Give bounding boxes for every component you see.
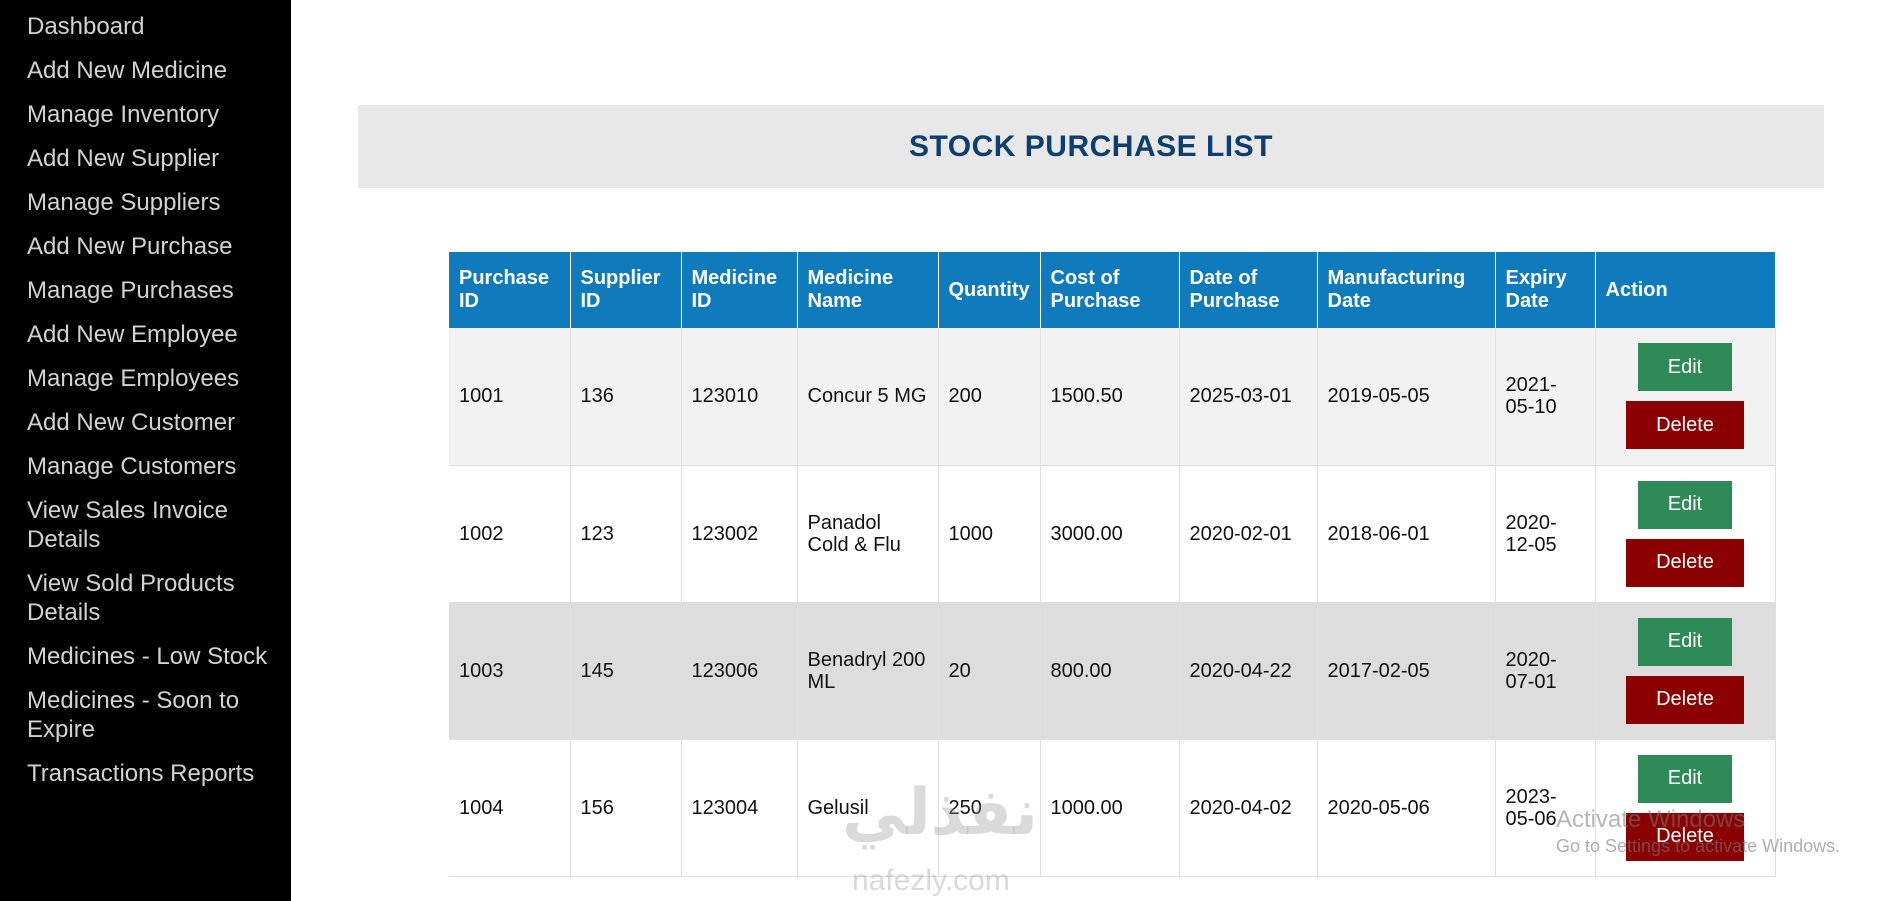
cell-purchase-id: 1003 [449, 602, 571, 740]
cell-cost: 800.00 [1040, 602, 1180, 740]
cell-purchase-date: 2020-04-22 [1179, 602, 1318, 740]
cell-action: Edit Delete [1595, 328, 1776, 466]
column-header-medicine-id: Medicine ID [681, 252, 798, 328]
cell-purchase-id: 1004 [449, 739, 571, 877]
cell-manufacturing-date: 2019-05-05 [1317, 328, 1496, 466]
column-header-supplier-id: Supplier ID [570, 252, 682, 328]
table-row: 1002 123 123002 Panadol Cold & Flu 1000 … [449, 465, 1776, 603]
sidebar-item-manage-purchases[interactable]: Manage Purchases [0, 276, 291, 305]
table-header-row: Purchase ID Supplier ID Medicine ID Medi… [449, 252, 1776, 328]
cell-quantity: 250 [938, 739, 1041, 877]
cell-cost: 1500.50 [1040, 328, 1180, 466]
cell-manufacturing-date: 2020-05-06 [1317, 739, 1496, 877]
cell-purchase-date: 2025-03-01 [1179, 328, 1318, 466]
cell-expiry-date: 2020-12-05 [1495, 465, 1596, 603]
cell-cost: 3000.00 [1040, 465, 1180, 603]
cell-purchase-date: 2020-02-01 [1179, 465, 1318, 603]
cell-expiry-date: 2023-05-06 [1495, 739, 1596, 877]
cell-medicine-name: Benadryl 200 ML [797, 602, 939, 740]
sidebar-item-dashboard[interactable]: Dashboard [0, 12, 291, 41]
cell-medicine-name: Gelusil [797, 739, 939, 877]
sidebar-item-medicines-low-stock[interactable]: Medicines - Low Stock [0, 642, 291, 671]
column-header-cost-of-purchase: Cost of Purchase [1040, 252, 1180, 328]
page-title: STOCK PURCHASE LIST [909, 129, 1273, 163]
cell-supplier-id: 156 [570, 739, 682, 877]
sidebar-item-manage-suppliers[interactable]: Manage Suppliers [0, 188, 291, 217]
sidebar-item-add-new-purchase[interactable]: Add New Purchase [0, 232, 291, 261]
cell-expiry-date: 2021-05-10 [1495, 328, 1596, 466]
column-header-purchase-id: Purchase ID [449, 252, 571, 328]
edit-button[interactable]: Edit [1638, 754, 1732, 803]
page-header: STOCK PURCHASE LIST [358, 105, 1824, 188]
cell-purchase-id: 1002 [449, 465, 571, 603]
main-content: STOCK PURCHASE LIST Purchase ID Supplier… [291, 0, 1900, 901]
edit-button[interactable]: Edit [1638, 343, 1732, 392]
cell-quantity: 1000 [938, 465, 1041, 603]
edit-button[interactable]: Edit [1638, 480, 1732, 529]
column-header-manufacturing-date: Manufacturing Date [1317, 252, 1496, 328]
edit-button[interactable]: Edit [1638, 617, 1732, 666]
cell-supplier-id: 145 [570, 602, 682, 740]
delete-button[interactable]: Delete [1626, 675, 1744, 724]
cell-medicine-name: Panadol Cold & Flu [797, 465, 939, 603]
sidebar-item-add-new-customer[interactable]: Add New Customer [0, 408, 291, 437]
cell-cost: 1000.00 [1040, 739, 1180, 877]
cell-manufacturing-date: 2018-06-01 [1317, 465, 1496, 603]
sidebar-item-add-new-employee[interactable]: Add New Employee [0, 320, 291, 349]
cell-supplier-id: 123 [570, 465, 682, 603]
sidebar-item-manage-customers[interactable]: Manage Customers [0, 452, 291, 481]
sidebar-item-view-sales-invoice-details[interactable]: View Sales Invoice Details [0, 496, 291, 554]
delete-button[interactable]: Delete [1626, 401, 1744, 450]
cell-medicine-name: Concur 5 MG [797, 328, 939, 466]
column-header-date-of-purchase: Date of Purchase [1179, 252, 1318, 328]
column-header-action: Action [1595, 252, 1776, 328]
cell-supplier-id: 136 [570, 328, 682, 466]
cell-purchase-id: 1001 [449, 328, 571, 466]
sidebar-item-manage-employees[interactable]: Manage Employees [0, 364, 291, 393]
sidebar: Dashboard Add New Medicine Manage Invent… [0, 0, 291, 901]
cell-action: Edit Delete [1595, 465, 1776, 603]
sidebar-item-add-new-medicine[interactable]: Add New Medicine [0, 56, 291, 85]
table-row: 1003 145 123006 Benadryl 200 ML 20 800.0… [449, 602, 1776, 740]
cell-medicine-id: 123004 [681, 739, 798, 877]
cell-medicine-id: 123002 [681, 465, 798, 603]
cell-quantity: 20 [938, 602, 1041, 740]
purchase-table: Purchase ID Supplier ID Medicine ID Medi… [449, 252, 1776, 877]
delete-button[interactable]: Delete [1626, 812, 1744, 861]
column-header-quantity: Quantity [938, 252, 1041, 328]
delete-button[interactable]: Delete [1626, 538, 1744, 587]
column-header-expiry-date: Expiry Date [1495, 252, 1596, 328]
cell-expiry-date: 2020-07-01 [1495, 602, 1596, 740]
cell-action: Edit Delete [1595, 739, 1776, 877]
sidebar-item-manage-inventory[interactable]: Manage Inventory [0, 100, 291, 129]
sidebar-item-transactions-reports[interactable]: Transactions Reports [0, 759, 291, 788]
cell-quantity: 200 [938, 328, 1041, 466]
table-row: 1001 136 123010 Concur 5 MG 200 1500.50 … [449, 328, 1776, 466]
column-header-medicine-name: Medicine Name [797, 252, 939, 328]
sidebar-item-medicines-soon-to-expire[interactable]: Medicines - Soon to Expire [0, 686, 291, 744]
cell-medicine-id: 123010 [681, 328, 798, 466]
cell-medicine-id: 123006 [681, 602, 798, 740]
sidebar-item-add-new-supplier[interactable]: Add New Supplier [0, 144, 291, 173]
cell-action: Edit Delete [1595, 602, 1776, 740]
cell-purchase-date: 2020-04-02 [1179, 739, 1318, 877]
sidebar-item-view-sold-products-details[interactable]: View Sold Products Details [0, 569, 291, 627]
cell-manufacturing-date: 2017-02-05 [1317, 602, 1496, 740]
table-row: 1004 156 123004 Gelusil 250 1000.00 2020… [449, 739, 1776, 877]
